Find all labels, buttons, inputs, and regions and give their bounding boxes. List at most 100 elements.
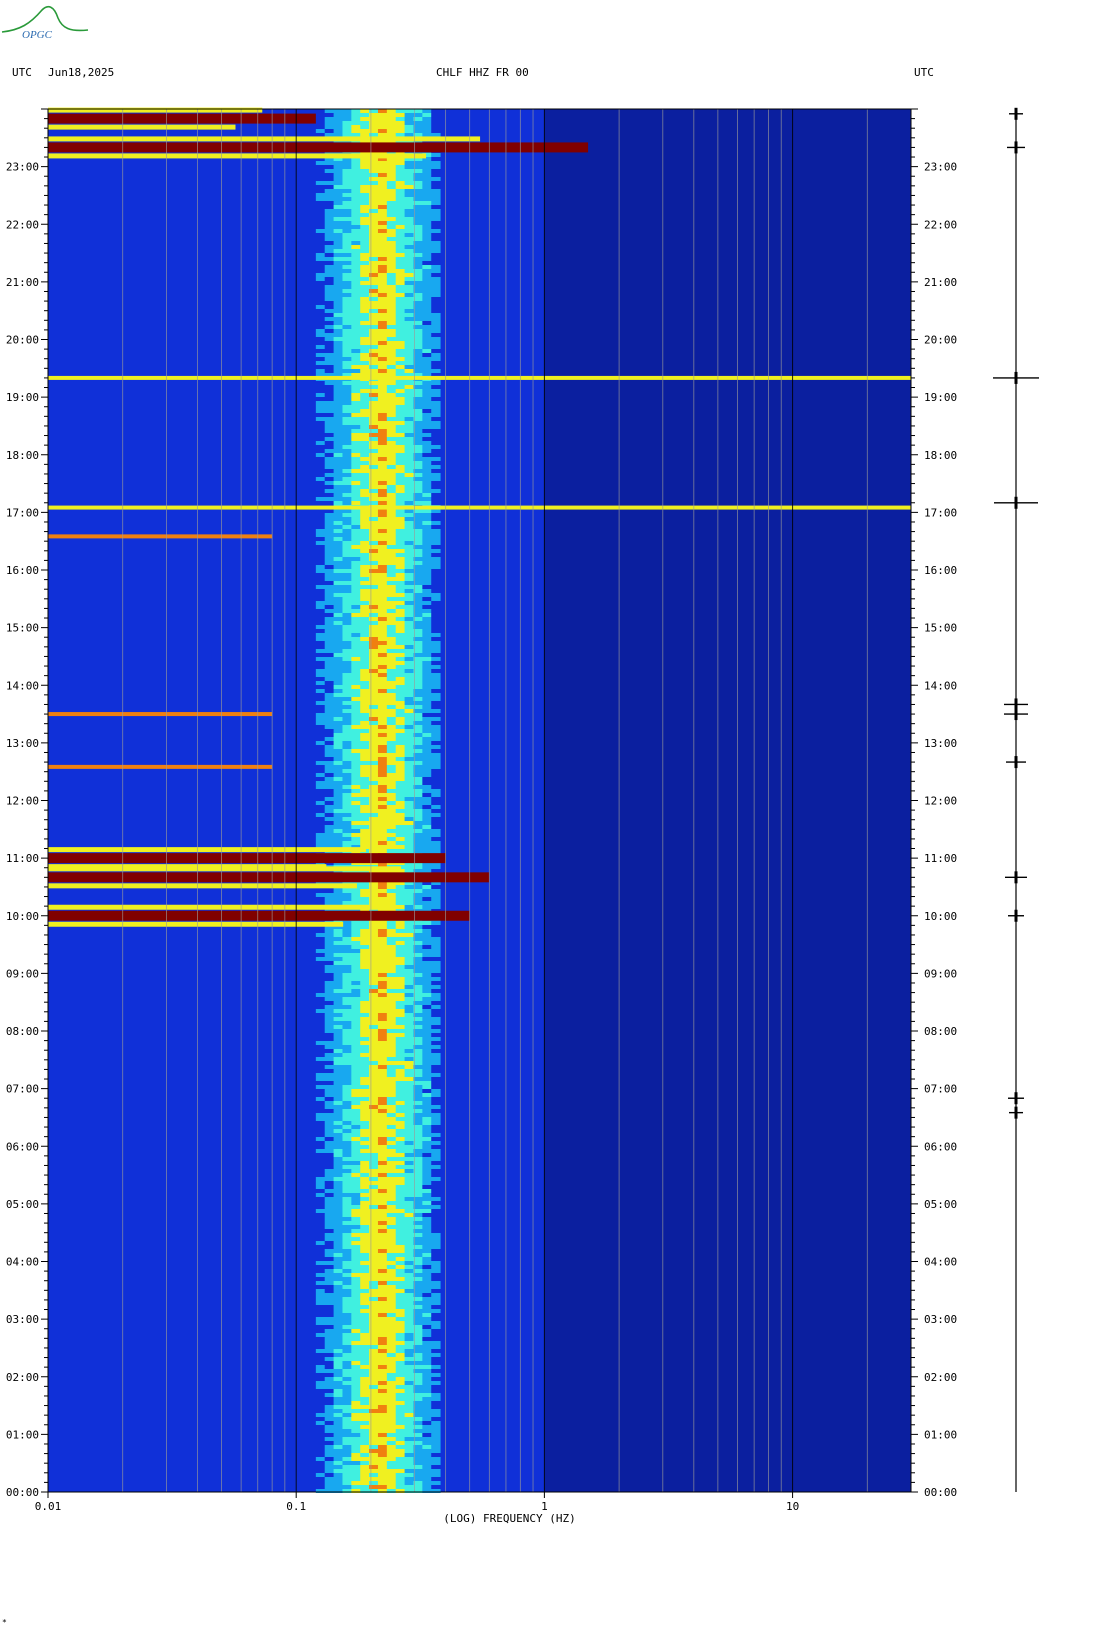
microseism-cell — [342, 341, 352, 345]
microseism-cell — [386, 1461, 397, 1465]
microseism-cell — [377, 929, 388, 933]
microseism-cell — [369, 1297, 379, 1301]
microseism-cell — [324, 277, 335, 281]
microseism-cell — [360, 1417, 370, 1421]
microseism-cell — [395, 609, 406, 613]
microseism-cell — [333, 889, 343, 893]
microseism-cell — [360, 993, 370, 997]
microseism-cell — [422, 673, 432, 677]
microseism-cell — [333, 649, 343, 653]
microseism-cell — [360, 825, 370, 829]
microseism-cell — [377, 445, 388, 449]
microseism-cell — [395, 421, 406, 425]
microseism-cell — [360, 973, 370, 977]
microseism-cell — [395, 581, 406, 585]
microseism-cell — [315, 1153, 326, 1157]
microseism-cell — [360, 453, 370, 457]
microseism-cell — [422, 1381, 432, 1385]
microseism-cell — [315, 833, 326, 837]
microseism-cell — [404, 493, 414, 497]
microseism-cell — [404, 1357, 414, 1361]
microseism-cell — [360, 781, 370, 785]
microseism-cell — [315, 969, 326, 973]
microseism-cell — [360, 1485, 370, 1489]
microseism-cell — [351, 1265, 361, 1269]
microseism-cell — [431, 1121, 441, 1125]
microseism-cell — [315, 357, 326, 361]
microseism-cell — [386, 573, 397, 577]
microseism-cell — [422, 601, 432, 605]
microseism-cell — [324, 109, 335, 113]
microseism-cell — [351, 1125, 361, 1129]
microseism-cell — [360, 317, 370, 321]
microseism-cell — [369, 245, 379, 249]
microseism-cell — [351, 889, 361, 893]
microseism-cell — [422, 1241, 432, 1245]
microseism-cell — [386, 841, 397, 845]
microseism-cell — [431, 1101, 441, 1105]
microseism-cell — [360, 813, 370, 817]
microseism-cell — [404, 921, 414, 925]
microseism-cell — [431, 297, 441, 301]
microseism-cell — [351, 1197, 361, 1201]
microseism-cell — [395, 1037, 406, 1041]
microseism-cell — [431, 993, 441, 997]
microseism-cell — [431, 1157, 441, 1161]
microseism-cell — [369, 1329, 379, 1333]
microseism-cell — [377, 957, 388, 961]
microseism-cell — [342, 469, 352, 473]
microseism-cell — [315, 1233, 326, 1237]
microseism-cell — [324, 893, 335, 897]
microseism-cell — [351, 1397, 361, 1401]
microseism-cell — [377, 605, 388, 609]
microseism-cell — [315, 285, 326, 289]
microseism-cell — [315, 1281, 326, 1285]
microseism-cell — [369, 409, 379, 413]
microseism-cell — [369, 613, 379, 617]
microseism-cell — [360, 485, 370, 489]
microseism-cell — [333, 597, 343, 601]
microseism-cell — [333, 1365, 343, 1369]
microseism-cell — [395, 197, 406, 201]
microseism-cell — [404, 177, 414, 181]
microseism-cell — [351, 1133, 361, 1137]
microseism-cell — [422, 341, 432, 345]
microseism-cell — [369, 969, 379, 973]
microseism-cell — [431, 221, 441, 225]
microseism-cell — [324, 1481, 335, 1485]
microseism-cell — [351, 1293, 361, 1297]
microseism-cell — [342, 421, 352, 425]
microseism-cell — [404, 361, 414, 365]
microseism-cell — [360, 501, 370, 505]
microseism-cell — [333, 341, 343, 345]
microseism-cell — [324, 425, 335, 429]
microseism-cell — [386, 265, 397, 269]
microseism-cell — [360, 405, 370, 409]
microseism-cell — [404, 1065, 414, 1069]
microseism-cell — [360, 1053, 370, 1057]
microseism-cell — [404, 109, 414, 113]
microseism-cell — [422, 197, 432, 201]
microseism-cell — [360, 297, 370, 301]
microseism-cell — [431, 1361, 441, 1365]
microseism-cell — [333, 1037, 343, 1041]
microseism-cell — [422, 581, 432, 585]
microseism-cell — [351, 1457, 361, 1461]
microseism-cell — [351, 1173, 361, 1177]
microseism-cell — [422, 361, 432, 365]
microseism-cell — [315, 1097, 326, 1101]
microseism-cell — [422, 1125, 432, 1129]
microseism-cell — [351, 305, 361, 309]
microseism-cell — [360, 925, 370, 929]
microseism-cell — [324, 737, 335, 741]
microseism-cell — [395, 1141, 406, 1145]
microseism-cell — [315, 185, 326, 189]
microseism-cell — [333, 389, 343, 393]
microseism-cell — [360, 1357, 370, 1361]
microseism-cell — [351, 665, 361, 669]
microseism-cell — [422, 1481, 432, 1485]
microseism-cell — [377, 1357, 388, 1361]
microseism-cell — [333, 1245, 343, 1249]
microseism-cell — [431, 773, 441, 777]
microseism-cell — [333, 697, 343, 701]
